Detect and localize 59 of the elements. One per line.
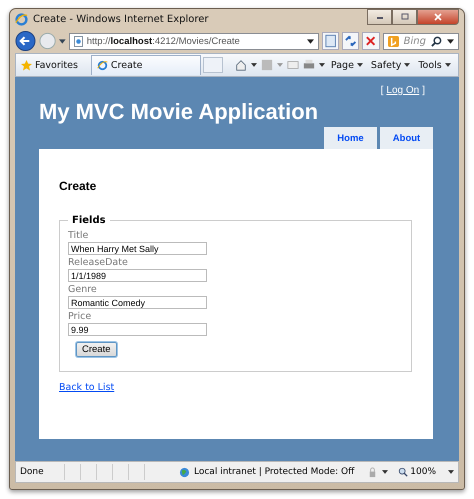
close-button[interactable] <box>417 9 459 25</box>
command-menu[interactable]: Safety <box>368 60 412 70</box>
caret-icon <box>356 63 363 67</box>
group-legend: Fields <box>68 215 110 226</box>
dropdown-icon[interactable] <box>318 63 325 67</box>
site-title: My MVC Movie Application <box>39 99 320 125</box>
bracket-text: [ <box>380 85 384 96</box>
input-field[interactable]: Romantic Comedy <box>68 296 207 309</box>
dropdown-icon[interactable] <box>446 38 454 44</box>
dropdown-icon[interactable] <box>448 470 454 474</box>
browser-tab[interactable]: Create <box>90 55 201 75</box>
maximize-button[interactable] <box>392 9 417 25</box>
refresh-icon[interactable] <box>342 32 360 50</box>
dropdown-icon[interactable] <box>306 38 314 44</box>
bracket-text: ] <box>422 85 425 96</box>
status-text: Done <box>20 467 45 477</box>
create-button[interactable]: Create <box>76 342 117 357</box>
star-icon <box>21 60 32 70</box>
field-label: Price <box>68 311 92 322</box>
zone-text: Local intranet | Protected Mode: Off <box>194 467 354 477</box>
stop-icon[interactable] <box>362 32 380 50</box>
input-field[interactable]: 9.99 <box>68 323 207 336</box>
search-placeholder: Bing <box>404 36 426 46</box>
back-icon[interactable] <box>15 30 36 52</box>
maximize-icon <box>400 13 410 21</box>
log-on-link[interactable]: Log On <box>386 85 420 96</box>
browser-logo-icon <box>15 12 28 26</box>
caret-icon <box>444 63 451 67</box>
zoom-icon <box>398 467 408 477</box>
globe-icon <box>179 466 190 478</box>
menu-tab[interactable]: About <box>380 127 433 149</box>
field-label: ReleaseDate <box>68 257 128 268</box>
command-menu[interactable]: Page <box>328 60 365 70</box>
home-icon[interactable] <box>234 59 247 71</box>
minimize-button[interactable] <box>367 9 392 25</box>
search-field[interactable]: Bing <box>382 32 459 50</box>
zoom-button[interactable]: 100% <box>392 467 444 477</box>
close-icon <box>433 13 443 21</box>
input-field[interactable]: 1/1/1989 <box>68 269 207 282</box>
search-provider-icon <box>388 36 399 46</box>
favorites-button[interactable]: Favorites <box>16 60 83 70</box>
dropdown-icon[interactable] <box>250 63 257 67</box>
browser-logo-icon <box>96 60 108 71</box>
back-to-list-link[interactable]: Back to List <box>59 382 114 393</box>
address-field[interactable]: http://localhost:4212/Movies/Create <box>68 32 319 50</box>
window-title: Create - Windows Internet Explorer <box>33 14 209 24</box>
dropdown-icon[interactable] <box>382 470 388 474</box>
dropdown-icon[interactable] <box>59 38 66 44</box>
field-label: Title <box>68 230 88 241</box>
field-label: Genre <box>68 284 97 295</box>
page-icon <box>74 36 83 46</box>
url-text: http://localhost:4212/Movies/Create <box>86 36 241 46</box>
input-field[interactable]: When Harry Met Sally <box>68 242 207 255</box>
caret-icon <box>404 63 410 67</box>
page-heading: Create <box>59 179 98 193</box>
minimize-icon <box>374 14 384 20</box>
menu-tab[interactable]: Home <box>324 127 377 149</box>
command-menu[interactable]: Tools <box>416 60 453 70</box>
search-icon[interactable] <box>430 36 442 46</box>
